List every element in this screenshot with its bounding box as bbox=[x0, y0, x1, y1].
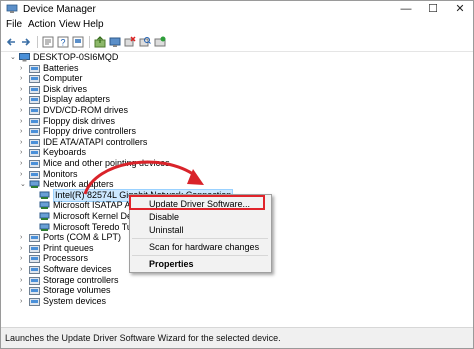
menu-separator bbox=[132, 238, 268, 239]
update-driver-highlight-box bbox=[129, 195, 265, 210]
menu-item-properties[interactable]: Properties bbox=[149, 259, 194, 269]
device-manager-window: Device Manager — ☐ ✕ File Action View He… bbox=[0, 0, 474, 349]
menu-item-disable[interactable]: Disable bbox=[149, 212, 179, 222]
menu-item-uninstall[interactable]: Uninstall bbox=[149, 225, 184, 235]
menu-item-scan-hardware[interactable]: Scan for hardware changes bbox=[149, 242, 259, 252]
red-callout-arrow bbox=[83, 160, 204, 195]
menu-separator bbox=[132, 255, 268, 256]
